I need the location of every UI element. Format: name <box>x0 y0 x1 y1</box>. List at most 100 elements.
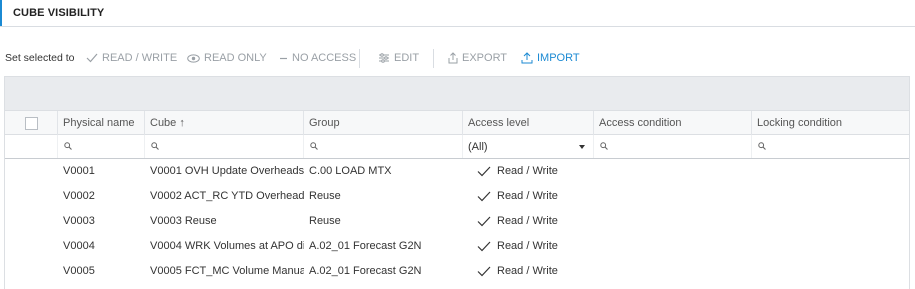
select-all-checkbox[interactable] <box>25 117 38 130</box>
search-icon <box>310 142 318 150</box>
cell-cube: V0001 OVH Update Overheads ... <box>150 165 304 177</box>
column-header-cube[interactable]: Cube ↑ <box>145 111 304 135</box>
search-icon <box>151 142 159 150</box>
page-title: CUBE VISIBILITY <box>13 7 105 19</box>
column-header-group[interactable]: Group <box>304 111 463 135</box>
filter-access-condition[interactable] <box>594 135 752 158</box>
cell-locking-condition[interactable] <box>752 209 909 234</box>
cell-group: Reuse <box>309 190 341 202</box>
access-level-value: Read / Write <box>497 265 558 277</box>
caret-down-icon <box>579 145 585 149</box>
cell-group: Reuse <box>309 215 341 227</box>
export-button[interactable]: EXPORT <box>448 49 507 67</box>
title-bar: CUBE VISIBILITY <box>0 0 915 27</box>
column-label: Access condition <box>599 117 682 129</box>
cell-cube: V0003 Reuse <box>150 215 217 227</box>
access-level-value: Read / Write <box>497 240 558 252</box>
filter-access-level-value: (All) <box>468 141 488 153</box>
export-icon <box>448 52 458 64</box>
cell-access-level[interactable]: Read / Write <box>463 234 594 259</box>
cell-locking-condition[interactable] <box>752 159 909 184</box>
eye-icon <box>187 53 200 63</box>
filter-cell-empty <box>5 135 58 158</box>
no-access-button[interactable]: NO ACCESS <box>279 49 356 67</box>
toolbar-separator <box>359 49 360 68</box>
checkmark-icon <box>477 216 491 227</box>
dash-icon <box>280 57 287 59</box>
grid-group-panel <box>4 76 910 110</box>
cell-physical-name: V0005 <box>63 265 95 277</box>
table-row[interactable]: V0003 V0003 Reuse Reuse Read / Write <box>5 209 909 234</box>
cell-group: A.02_01 Forecast G2N <box>309 265 422 277</box>
column-label: Physical name <box>63 117 135 129</box>
column-header-access-level[interactable]: Access level <box>463 111 594 135</box>
sliders-icon <box>379 53 389 63</box>
filter-group[interactable] <box>304 135 463 158</box>
cube-grid: Physical name Cube ↑ Group Access level … <box>4 110 910 289</box>
import-button[interactable]: IMPORT <box>521 49 580 67</box>
cell-access-condition[interactable] <box>594 209 752 234</box>
no-access-label: NO ACCESS <box>292 52 357 64</box>
search-icon <box>758 142 766 150</box>
cell-locking-condition[interactable] <box>752 259 909 284</box>
filter-access-level-select[interactable]: (All) <box>463 135 594 158</box>
column-header-locking-condition[interactable]: Locking condition <box>752 111 909 135</box>
toolbar: Set selected to READ / WRITE READ ONLY N… <box>0 46 915 70</box>
cell-cube: V0005 FCT_MC Volume Manual... <box>150 265 304 277</box>
cell-access-level[interactable]: Read / Write <box>463 209 594 234</box>
filter-cube[interactable] <box>145 135 304 158</box>
table-row[interactable]: V0002 V0002 ACT_RC YTD Overheads ... Reu… <box>5 184 909 209</box>
export-label: EXPORT <box>462 52 508 64</box>
column-label: Cube <box>150 117 177 129</box>
checkmark-icon <box>86 53 98 63</box>
table-row[interactable]: V0005 V0005 FCT_MC Volume Manual... A.02… <box>5 259 909 284</box>
checkmark-icon <box>477 191 491 202</box>
search-icon <box>64 142 72 150</box>
column-label: Access level <box>468 117 530 129</box>
set-selected-label: Set selected to <box>5 52 75 64</box>
title-accent-bar <box>0 0 2 26</box>
table-row[interactable]: V0004 V0004 WRK Volumes at APO di... A.0… <box>5 234 909 259</box>
access-level-value: Read / Write <box>497 215 558 227</box>
cell-access-level[interactable]: Read / Write <box>463 159 594 184</box>
import-label: IMPORT <box>537 52 580 64</box>
access-level-value: Read / Write <box>497 165 558 177</box>
cell-cube: V0004 WRK Volumes at APO di... <box>150 240 304 252</box>
read-only-label: READ ONLY <box>204 52 267 64</box>
cell-locking-condition[interactable] <box>752 184 909 209</box>
edit-button[interactable]: EDIT <box>378 49 419 67</box>
cell-group: C.00 LOAD MTX <box>309 165 392 177</box>
cell-group: A.02_01 Forecast G2N <box>309 240 422 252</box>
filter-row: (All) <box>5 135 909 159</box>
grid-header-row: Physical name Cube ↑ Group Access level … <box>5 110 909 135</box>
select-all-header <box>5 111 58 135</box>
table-row[interactable]: V0001 V0001 OVH Update Overheads ... C.0… <box>5 159 909 184</box>
cell-locking-condition[interactable] <box>752 234 909 259</box>
cell-physical-name: V0004 <box>63 240 95 252</box>
sort-ascending-icon: ↑ <box>179 117 185 129</box>
grid-body: V0001 V0001 OVH Update Overheads ... C.0… <box>5 159 909 284</box>
checkmark-icon <box>477 266 491 277</box>
read-write-label: READ / WRITE <box>102 52 178 64</box>
column-header-access-condition[interactable]: Access condition <box>594 111 752 135</box>
filter-physical-name[interactable] <box>58 135 145 158</box>
cell-access-level[interactable]: Read / Write <box>463 259 594 284</box>
read-only-button[interactable]: READ ONLY <box>187 49 267 67</box>
access-level-value: Read / Write <box>497 190 558 202</box>
search-icon <box>600 142 608 150</box>
cell-physical-name: V0003 <box>63 215 95 227</box>
cell-access-condition[interactable] <box>594 184 752 209</box>
checkmark-icon <box>477 166 491 177</box>
cell-access-condition[interactable] <box>594 159 752 184</box>
toolbar-separator <box>433 49 434 68</box>
cell-access-level[interactable]: Read / Write <box>463 184 594 209</box>
cell-access-condition[interactable] <box>594 259 752 284</box>
filter-locking-condition[interactable] <box>752 135 909 158</box>
checkmark-icon <box>477 241 491 252</box>
column-header-physical-name[interactable]: Physical name <box>58 111 145 135</box>
column-label: Locking condition <box>757 117 843 129</box>
cell-access-condition[interactable] <box>594 234 752 259</box>
edit-label: EDIT <box>394 52 420 64</box>
read-write-button[interactable]: READ / WRITE <box>86 49 177 67</box>
cell-physical-name: V0001 <box>63 165 95 177</box>
